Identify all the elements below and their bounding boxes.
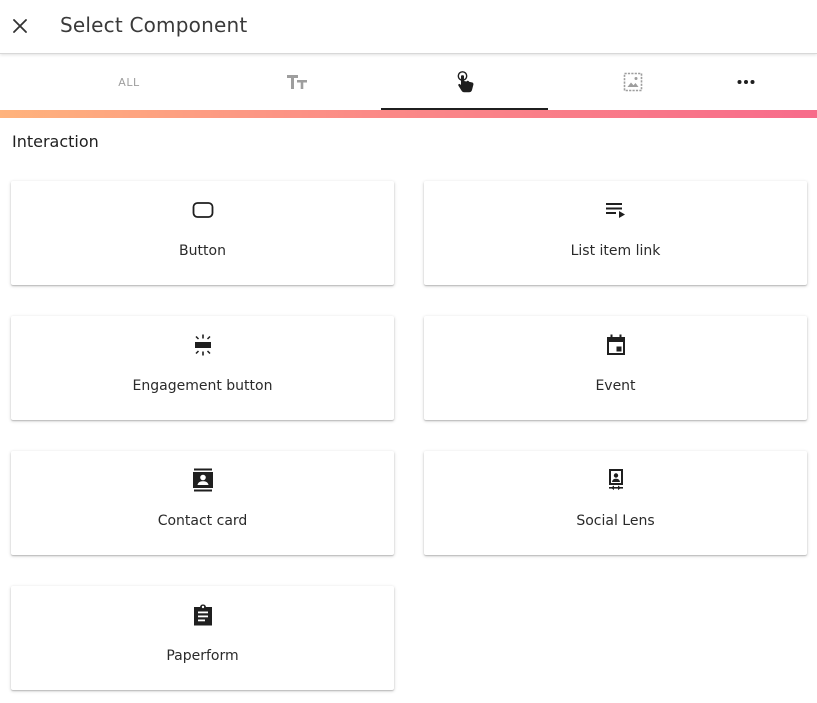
component-label: Paperform <box>166 648 239 664</box>
text-format-icon <box>286 75 307 89</box>
social-lens-icon <box>604 468 628 492</box>
page-title: Select Component <box>60 13 248 37</box>
component-card-engagement-button[interactable]: Engagement button <box>11 316 394 420</box>
tab-interaction[interactable] <box>381 54 548 110</box>
component-label: Event <box>595 378 636 394</box>
tab-more[interactable] <box>717 54 775 110</box>
tab-all[interactable]: ALL <box>46 54 212 110</box>
event-calendar-icon <box>604 333 628 357</box>
component-label: Social Lens <box>576 513 655 529</box>
component-label: Button <box>179 243 226 259</box>
touch-icon <box>457 71 473 93</box>
component-card-social-lens[interactable]: Social Lens <box>424 451 807 555</box>
component-card-list-item-link[interactable]: List item link <box>424 181 807 285</box>
component-card-contact-card[interactable]: Contact card <box>11 451 394 555</box>
tabs-gradient-bar <box>0 110 817 118</box>
component-card-event[interactable]: Event <box>424 316 807 420</box>
component-card-button[interactable]: Button <box>11 181 394 285</box>
image-icon <box>623 72 642 92</box>
contacts-icon <box>191 468 215 492</box>
component-label: List item link <box>570 243 661 259</box>
tab-all-label: ALL <box>118 75 140 89</box>
dialog-header: Select Component <box>0 0 817 54</box>
component-label: Engagement button <box>132 378 273 394</box>
button-icon <box>191 198 215 222</box>
component-card-paperform[interactable]: Paperform <box>11 586 394 690</box>
component-label: Contact card <box>157 513 248 529</box>
section-title: Interaction <box>12 132 99 151</box>
close-button[interactable] <box>6 12 34 40</box>
assignment-icon <box>191 603 215 627</box>
more-horizontal-icon <box>737 80 755 84</box>
tab-media[interactable] <box>549 54 716 110</box>
tab-text[interactable] <box>213 54 380 110</box>
engagement-icon <box>191 333 215 357</box>
playlist-play-icon <box>604 198 628 222</box>
category-tabs: ALL <box>0 54 817 110</box>
close-icon <box>13 19 27 33</box>
